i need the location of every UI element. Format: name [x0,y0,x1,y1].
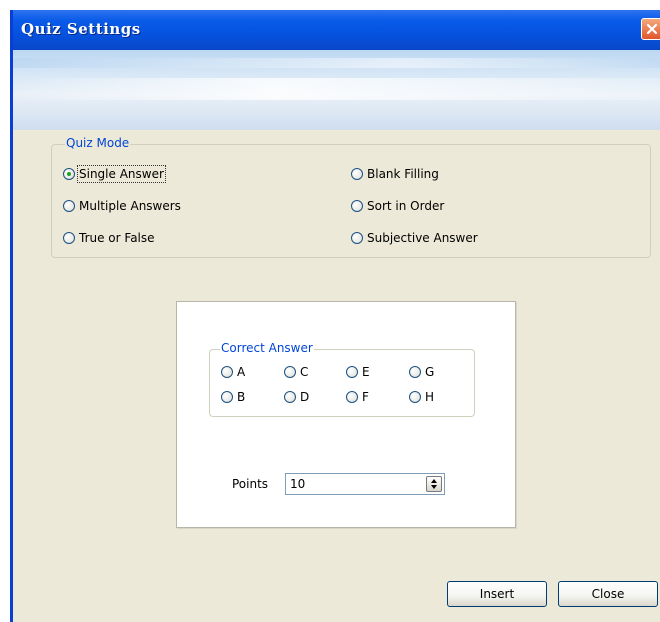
correct-answer-group: Correct Answer A C E G B D F H [209,341,475,417]
answer-f-label: F [362,390,369,404]
answer-b-radio[interactable]: B [221,390,245,404]
header-banner [13,50,660,130]
close-icon [646,23,658,35]
mode-multiple-answers-label: Multiple Answers [79,199,181,213]
answer-f-radio[interactable]: F [346,390,369,404]
answer-c-label: C [300,365,309,379]
points-label: Points [232,477,269,491]
mode-single-answer-radio[interactable]: Single Answer [63,165,166,183]
close-button[interactable]: Close [558,581,658,607]
radio-circle [63,232,75,244]
quiz-mode-legend: Quiz Mode [65,136,131,150]
mode-true-or-false-radio[interactable]: True or False [63,231,155,245]
quiz-settings-dialog: Quiz Settings Quiz Mode Single Answer Bl… [10,10,660,622]
radio-circle [63,168,75,180]
points-value: 10 [290,477,306,491]
radio-circle [221,391,233,403]
spinner-arrows-icon [431,479,437,489]
mode-blank-filling-label: Blank Filling [367,167,439,181]
quiz-mode-group: Quiz Mode Single Answer Blank Filling Mu… [51,136,651,258]
answer-d-radio[interactable]: D [284,390,309,404]
insert-button[interactable]: Insert [447,581,547,607]
radio-circle [351,232,363,244]
answer-b-label: B [237,390,246,404]
radio-circle [351,200,363,212]
radio-selected-dot [67,172,71,176]
answer-d-label: D [300,390,310,404]
answer-a-radio[interactable]: A [221,365,245,379]
radio-circle [351,168,363,180]
mode-true-or-false-label: True or False [79,231,155,245]
radio-circle [284,366,296,378]
mode-subjective-answer-radio[interactable]: Subjective Answer [351,231,478,245]
window-title: Quiz Settings [21,20,141,38]
close-window-button[interactable] [641,18,660,40]
answer-panel: Correct Answer A C E G B D F H Points 10 [176,301,516,528]
radio-circle [221,366,233,378]
mode-subjective-answer-label: Subjective Answer [367,231,478,245]
radio-circle [63,200,75,212]
answer-e-radio[interactable]: E [346,365,370,379]
correct-answer-legend: Correct Answer [220,341,314,355]
points-spinner[interactable] [426,476,442,492]
title-bar[interactable]: Quiz Settings [13,10,660,50]
answer-a-label: A [237,365,246,379]
radio-circle [409,391,421,403]
points-spin-input[interactable]: 10 [285,473,445,495]
answer-g-label: G [425,365,435,379]
radio-circle [346,391,358,403]
radio-circle [409,366,421,378]
radio-circle [284,391,296,403]
radio-circle [346,366,358,378]
answer-h-radio[interactable]: H [409,390,434,404]
mode-sort-in-order-radio[interactable]: Sort in Order [351,199,444,213]
answer-c-radio[interactable]: C [284,365,308,379]
mode-single-answer-label: Single Answer [77,165,166,183]
answer-g-radio[interactable]: G [409,365,434,379]
mode-blank-filling-radio[interactable]: Blank Filling [351,167,439,181]
mode-sort-in-order-label: Sort in Order [367,199,445,213]
answer-e-label: E [362,365,370,379]
mode-multiple-answers-radio[interactable]: Multiple Answers [63,199,181,213]
answer-h-label: H [425,390,435,404]
